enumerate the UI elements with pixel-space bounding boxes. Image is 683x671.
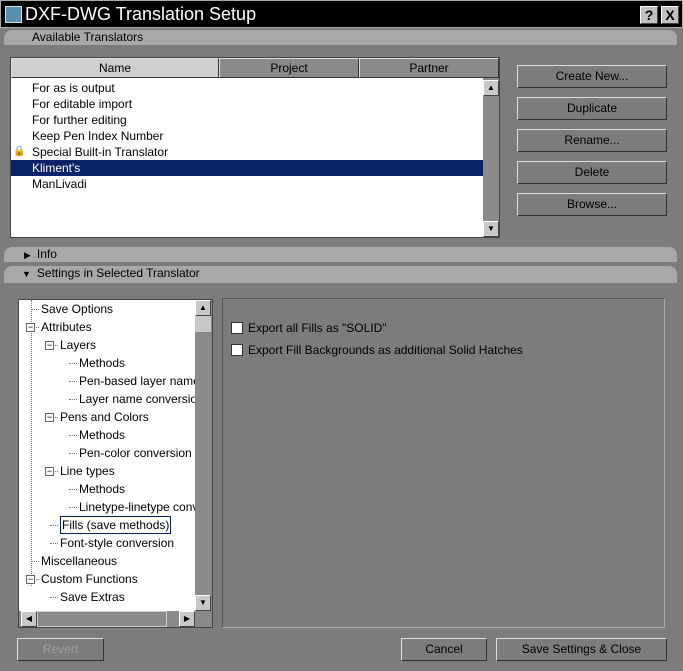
translator-name: For as is output	[32, 81, 115, 95]
tree-node[interactable]: Layers	[60, 336, 96, 354]
window-title: DXF-DWG Translation Setup	[25, 4, 257, 24]
help-button[interactable]: ?	[640, 6, 658, 24]
translator-item[interactable]: ManLivadi	[11, 176, 484, 192]
tree-hscrollbar[interactable]: ◀ ▶	[19, 611, 212, 627]
list-scrollbar[interactable]: ▲ ▼	[483, 78, 499, 237]
available-translators-header: Available Translators	[4, 30, 677, 45]
tree-node[interactable]: Custom Functions	[41, 570, 138, 588]
triangle-right-icon: ▶	[24, 250, 31, 260]
info-section-toggle[interactable]: ▶ Info	[4, 247, 677, 262]
lock-icon: 🔒	[13, 146, 26, 157]
translator-name: Kliment's	[32, 161, 81, 175]
column-header-project[interactable]: Project	[219, 58, 359, 78]
scroll-thumb[interactable]	[37, 611, 167, 627]
column-header-name[interactable]: Name	[11, 58, 219, 78]
tree-node[interactable]: Line types	[60, 462, 115, 480]
translator-item[interactable]: Keep Pen Index Number	[11, 128, 484, 144]
checkbox[interactable]	[231, 344, 243, 356]
tree-node[interactable]: Font-style conversion	[60, 534, 174, 552]
translator-item[interactable]: For as is output	[11, 80, 484, 96]
tree-node[interactable]: Methods	[79, 354, 125, 372]
revert-button[interactable]: Revert	[17, 638, 104, 661]
scroll-down-icon[interactable]: ▼	[195, 595, 211, 611]
checkbox[interactable]	[231, 322, 243, 334]
collapse-icon[interactable]: −	[26, 323, 35, 332]
browse-button[interactable]: Browse...	[517, 193, 667, 216]
option-label: Export all Fills as "SOLID"	[248, 321, 387, 335]
tree-node[interactable]: Pens and Colors	[60, 408, 149, 426]
close-button[interactable]: X	[661, 6, 679, 24]
column-header-partner[interactable]: Partner	[359, 58, 499, 78]
app-icon	[5, 6, 22, 23]
settings-panel: Export all Fills as "SOLID" Export Fill B…	[222, 298, 665, 628]
translator-name: Special Built-in Translator	[32, 145, 169, 159]
scroll-down-icon[interactable]: ▼	[483, 221, 499, 237]
tree-node[interactable]: Methods	[79, 426, 125, 444]
save-settings-close-button[interactable]: Save Settings & Close	[496, 638, 667, 661]
settings-section-toggle[interactable]: ▼ Settings in Selected Translator	[4, 266, 677, 283]
translator-item[interactable]: Kliment's	[11, 160, 484, 176]
settings-tree[interactable]: Save Options − Attributes − Layers Methods Pen…	[18, 299, 213, 628]
duplicate-button[interactable]: Duplicate	[517, 97, 667, 120]
tree-vscrollbar[interactable]: ▲ ▼	[195, 300, 212, 611]
option-label: Export Fill Backgrounds as additional So…	[248, 343, 523, 357]
triangle-down-icon: ▼	[22, 269, 31, 279]
translator-name: For editable import	[32, 97, 133, 111]
translator-item[interactable]: 🔒 Special Built-in Translator	[11, 144, 484, 160]
translator-item[interactable]: For editable import	[11, 96, 484, 112]
info-label: Info	[36, 247, 57, 261]
cancel-button[interactable]: Cancel	[401, 638, 487, 661]
scroll-right-icon[interactable]: ▶	[179, 611, 195, 627]
tree-node[interactable]: Miscellaneous	[41, 552, 117, 570]
create-new-button[interactable]: Create New...	[517, 65, 667, 88]
scroll-up-icon[interactable]: ▲	[195, 300, 211, 316]
tree-node[interactable]: Layer name conversion	[79, 390, 204, 408]
scroll-up-icon[interactable]: ▲	[483, 80, 499, 96]
translator-list[interactable]: Name Project Partner For as is output For e…	[10, 57, 500, 238]
collapse-icon[interactable]: −	[45, 413, 54, 422]
scroll-thumb[interactable]	[195, 316, 211, 332]
tree-node[interactable]: Pen-based layer name	[79, 372, 200, 390]
tree-node[interactable]: Pen-color conversion	[79, 444, 192, 462]
settings-label: Settings in Selected Translator	[36, 266, 200, 280]
option-checkbox-row[interactable]: Export all Fills as "SOLID"	[231, 321, 523, 343]
delete-button[interactable]: Delete	[517, 161, 667, 184]
translator-name: ManLivadi	[32, 177, 87, 191]
translator-name: Keep Pen Index Number	[32, 129, 164, 143]
rename-button[interactable]: Rename...	[517, 129, 667, 152]
collapse-icon[interactable]: −	[26, 575, 35, 584]
tree-node[interactable]: Save Options	[41, 300, 113, 318]
collapse-icon[interactable]: −	[45, 467, 54, 476]
title-bar: DXF-DWG Translation Setup ? X	[0, 0, 683, 28]
tree-node[interactable]: Linetype-linetype conversion	[79, 498, 212, 516]
tree-node[interactable]: Attributes	[41, 318, 92, 336]
scroll-left-icon[interactable]: ◀	[21, 611, 37, 627]
tree-node[interactable]: Fills (save methods)	[60, 516, 172, 534]
option-checkbox-row[interactable]: Export Fill Backgrounds as additional So…	[231, 343, 523, 365]
tree-node[interactable]: Save Extras	[60, 588, 125, 606]
translator-name: For further editing	[32, 113, 127, 127]
collapse-icon[interactable]: −	[45, 341, 54, 350]
translator-item[interactable]: For further editing	[11, 112, 484, 128]
tree-node[interactable]: Methods	[79, 480, 125, 498]
